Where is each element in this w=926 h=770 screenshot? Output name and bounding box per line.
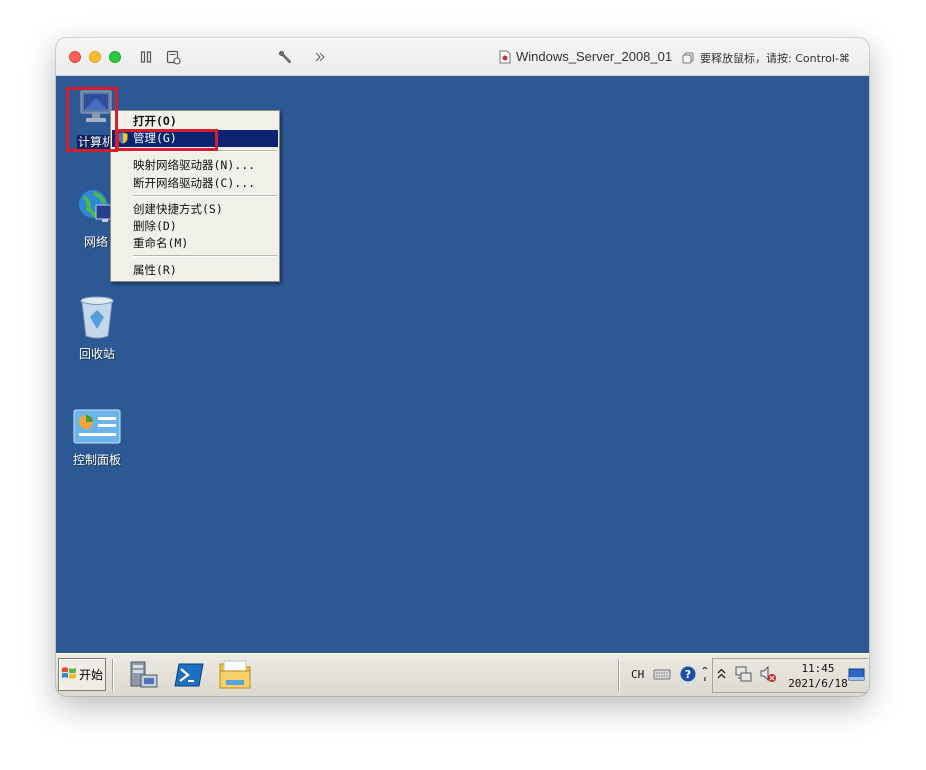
recycle-bin-icon: [77, 295, 117, 343]
release-hint-text: 要释放鼠标，请按: Control-⌘: [700, 52, 850, 65]
vm-document-icon: [499, 50, 511, 63]
desktop-icon-label: 控制面板: [72, 453, 121, 467]
wrench-icon[interactable]: [276, 48, 294, 66]
close-button[interactable]: [69, 51, 81, 63]
menu-item-open[interactable]: 打开(O): [112, 113, 278, 130]
language-indicator[interactable]: CH: [631, 668, 644, 681]
snapshot-icon[interactable]: [164, 48, 182, 66]
volume-muted-icon[interactable]: [759, 665, 777, 687]
pause-icon[interactable]: [137, 48, 155, 66]
taskbar: 开始 CH ? 11:45 2021/6/18: [56, 653, 869, 696]
titlebar: Windows_Server_2008_01 要释放鼠标，请按: Control…: [56, 38, 869, 76]
copy-window-icon: [682, 52, 694, 64]
windows-logo-icon: [61, 666, 77, 683]
menu-item-disconnect-network-drive[interactable]: 断开网络驱动器(C)...: [112, 175, 278, 192]
desktop-icon-recycle-bin[interactable]: 回收站: [67, 295, 127, 362]
show-hidden-icons-chevron-icon[interactable]: [717, 666, 726, 685]
explorer-folder-icon[interactable]: [218, 658, 252, 692]
options-arrow-icon[interactable]: [701, 664, 709, 688]
server-manager-icon[interactable]: [126, 658, 160, 692]
clock-time: 11:45: [801, 662, 835, 675]
keyboard-icon[interactable]: [653, 666, 671, 685]
start-button[interactable]: 开始: [58, 658, 106, 691]
powershell-icon[interactable]: [172, 658, 206, 692]
clock[interactable]: 11:45 2021/6/18: [784, 661, 852, 691]
menu-item-rename[interactable]: 重命名(M): [112, 235, 278, 252]
minimize-button[interactable]: [89, 51, 101, 63]
taskbar-separator: [618, 659, 620, 691]
help-icon[interactable]: ?: [680, 666, 696, 686]
desktop-icon-control-panel[interactable]: 控制面板: [67, 409, 127, 468]
menu-item-delete[interactable]: 删除(D): [112, 218, 278, 235]
clock-date: 2021/6/18: [788, 677, 848, 690]
desktop: 计算机 网络 回收站 控制面板 打开(O) 管理(G) 映射网络驱动器(N)..…: [56, 77, 869, 653]
svg-text:?: ?: [685, 668, 691, 681]
menu-item-properties[interactable]: 属性(R): [112, 262, 278, 279]
window-title-text: Windows_Server_2008_01: [516, 49, 673, 64]
menu-item-map-network-drive[interactable]: 映射网络驱动器(N)...: [112, 157, 278, 174]
menu-separator: [133, 195, 277, 197]
annotation-box-computer: [66, 87, 118, 152]
more-chevrons-icon[interactable]: [311, 48, 329, 66]
show-desktop-icon[interactable]: [848, 667, 865, 686]
release-mouse-hint: 要释放鼠标，请按: Control-⌘: [682, 50, 850, 66]
menu-separator: [133, 255, 277, 257]
window-title: Windows_Server_2008_01: [499, 49, 672, 64]
zoom-button[interactable]: [109, 51, 121, 63]
control-panel-icon: [73, 409, 121, 449]
menu-item-create-shortcut[interactable]: 创建快捷方式(S): [112, 201, 278, 218]
desktop-icon-label: 回收站: [78, 347, 115, 361]
taskbar-separator: [112, 659, 114, 691]
vm-window: Windows_Server_2008_01 要释放鼠标，请按: Control…: [56, 38, 869, 696]
network-status-icon[interactable]: [734, 665, 752, 687]
start-label: 开始: [78, 668, 103, 682]
annotation-box-manage: [116, 129, 218, 151]
desktop-icon-label: 网络: [83, 235, 108, 249]
